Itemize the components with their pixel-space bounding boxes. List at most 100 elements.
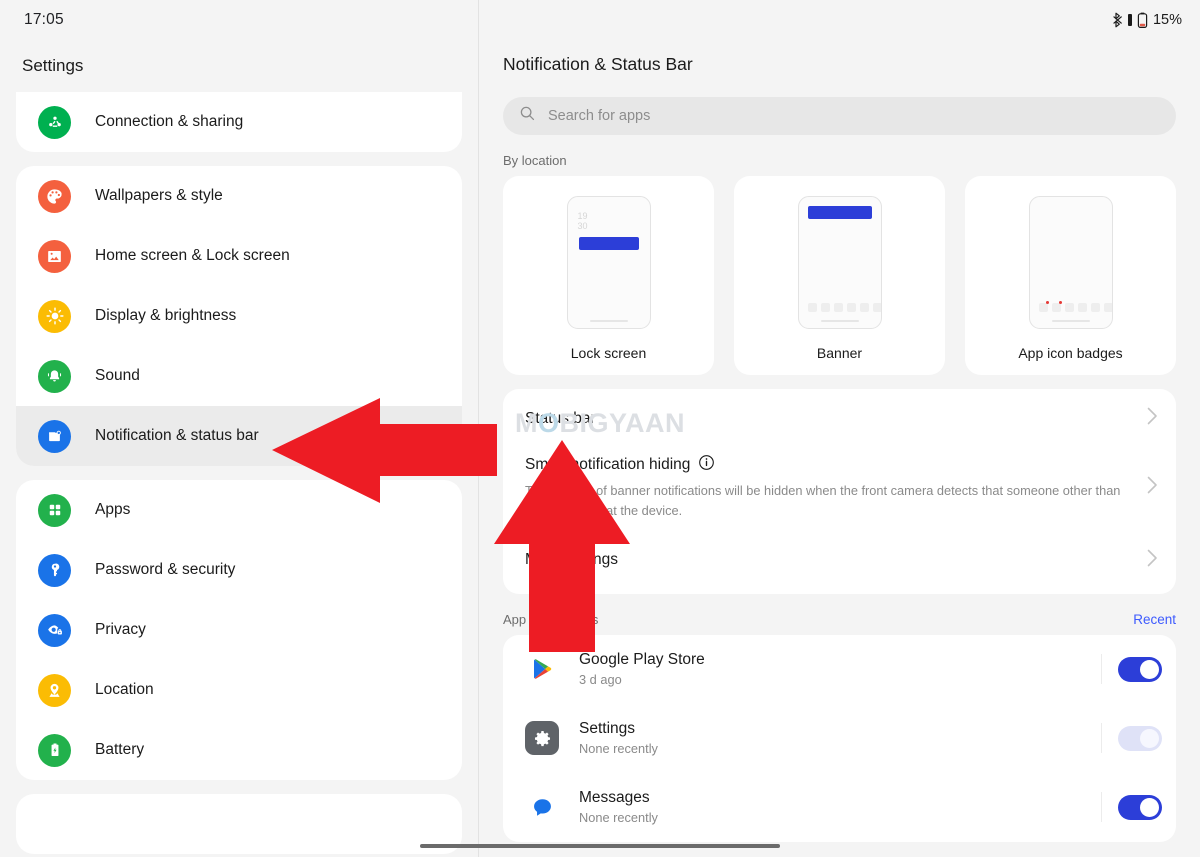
banner-preview xyxy=(798,196,882,329)
app-row-messages[interactable]: Messages None recently xyxy=(503,773,1176,842)
sidebar-item-battery[interactable]: Battery xyxy=(16,720,462,780)
sidebar-group-3: Apps Password & security xyxy=(16,480,462,780)
sidebar-item-wallpapers-style[interactable]: Wallpapers & style xyxy=(16,166,462,226)
settings-row-smart-notification-hiding[interactable]: Smart notification hiding The content of… xyxy=(503,448,1176,537)
sidebar-item-label: Home screen & Lock screen xyxy=(95,247,290,265)
location-icon xyxy=(38,674,71,707)
search-placeholder: Search for apps xyxy=(548,108,650,124)
app-row-google-play-store[interactable]: Google Play Store 3 d ago xyxy=(503,635,1176,704)
lock-screen-preview-notification xyxy=(579,237,639,250)
search-icon xyxy=(519,105,536,127)
screen-root: 17:05 Settings Connection & sharing xyxy=(0,0,1200,857)
status-bar-right: 15% xyxy=(479,0,1200,40)
sidebar-item-sound[interactable]: Sound xyxy=(16,346,462,406)
app-notifications-list: Google Play Store 3 d ago Settings None … xyxy=(503,635,1176,842)
notification-status-bar-panel: 15% Notification & Status Bar Search for… xyxy=(479,0,1200,857)
location-card-lock-screen[interactable]: 1930 Lock screen xyxy=(503,176,714,375)
display-brightness-icon xyxy=(38,300,71,333)
chevron-right-icon xyxy=(1147,407,1158,430)
app-name: Google Play Store xyxy=(579,651,705,668)
banner-preview-notification xyxy=(808,206,872,219)
row-divider xyxy=(1101,654,1102,684)
sidebar-item-connection-sharing[interactable]: Connection & sharing xyxy=(16,92,462,152)
app-notifications-label: App notifications xyxy=(503,612,598,627)
sidebar-group-1: Connection & sharing xyxy=(16,92,462,152)
sidebar-item-home-lock-screen[interactable]: Home screen & Lock screen xyxy=(16,226,462,286)
location-card-app-icon-badges[interactable]: App icon badges xyxy=(965,176,1176,375)
privacy-icon xyxy=(38,614,71,647)
battery-percent-label: 15% xyxy=(1153,12,1182,28)
home-lock-screen-icon xyxy=(38,240,71,273)
app-notifications-section-header: App notifications Recent xyxy=(503,612,1176,627)
app-last-notification: None recently xyxy=(579,741,1101,756)
settings-sidebar-panel: 17:05 Settings Connection & sharing xyxy=(0,0,479,857)
sidebar-item-password-security[interactable]: Password & security xyxy=(16,540,462,600)
sidebar-item-location[interactable]: Location xyxy=(16,660,462,720)
sidebar-item-label: Battery xyxy=(95,741,144,759)
badges-preview-dock xyxy=(1039,303,1113,312)
settings-gear-icon xyxy=(525,721,559,755)
chevron-right-icon xyxy=(1147,476,1158,499)
preview-home-indicator xyxy=(821,320,859,322)
location-card-caption: Banner xyxy=(817,345,862,361)
sidebar-item-apps[interactable]: Apps xyxy=(16,480,462,540)
location-card-banner[interactable]: Banner xyxy=(734,176,945,375)
battery-low-icon xyxy=(1136,12,1149,29)
preview-home-indicator xyxy=(590,320,628,322)
google-play-icon xyxy=(525,652,559,686)
connection-sharing-icon xyxy=(38,106,71,139)
page-title: Notification & Status Bar xyxy=(479,40,1200,75)
search-input[interactable]: Search for apps xyxy=(503,97,1176,135)
apps-icon xyxy=(38,494,71,527)
preview-home-indicator xyxy=(1052,320,1090,322)
lock-screen-preview: 1930 xyxy=(567,196,651,329)
bluetooth-icon xyxy=(1112,12,1124,28)
vibrate-icon xyxy=(1126,12,1134,28)
sidebar-item-label: Sound xyxy=(95,367,140,385)
app-last-notification: None recently xyxy=(579,810,1101,825)
sidebar-title: Settings xyxy=(22,56,83,76)
settings-row-title: Smart notification hiding xyxy=(525,456,690,474)
app-notification-toggle[interactable] xyxy=(1118,657,1162,682)
row-divider xyxy=(1101,792,1102,822)
app-name: Settings xyxy=(579,720,635,737)
battery-icon xyxy=(38,734,71,767)
app-last-notification: 3 d ago xyxy=(579,672,1101,687)
settings-row-description: The content of banner notifications will… xyxy=(525,481,1137,521)
sidebar-item-label: Wallpapers & style xyxy=(95,187,223,205)
sidebar-scroll-area[interactable]: Connection & sharing Wallpapers & style xyxy=(0,92,478,857)
app-row-settings[interactable]: Settings None recently xyxy=(503,704,1176,773)
sidebar-item-notification-status-bar[interactable]: Notification & status bar xyxy=(16,406,462,466)
app-icon-badges-preview xyxy=(1029,196,1113,329)
info-icon[interactable] xyxy=(698,454,715,476)
location-card-caption: Lock screen xyxy=(571,345,646,361)
settings-row-title: Status bar xyxy=(525,410,596,428)
sound-icon xyxy=(38,360,71,393)
row-divider xyxy=(1101,723,1102,753)
settings-row-status-bar[interactable]: Status bar xyxy=(503,389,1176,448)
sidebar-header: Settings xyxy=(0,40,478,92)
location-card-caption: App icon badges xyxy=(1018,345,1122,361)
notification-status-bar-icon xyxy=(38,420,71,453)
sidebar-item-label: Display & brightness xyxy=(95,307,236,325)
chevron-right-icon xyxy=(1147,549,1158,572)
banner-preview-dock xyxy=(808,303,882,312)
app-notification-toggle[interactable] xyxy=(1118,795,1162,820)
sidebar-item-label: Apps xyxy=(95,501,130,519)
home-gesture-indicator[interactable] xyxy=(420,844,780,848)
by-location-section-label: By location xyxy=(503,153,1200,168)
sidebar-item-display-brightness[interactable]: Display & brightness xyxy=(16,286,462,346)
password-security-icon xyxy=(38,554,71,587)
settings-row-title: More settings xyxy=(525,551,618,569)
sidebar-item-label: Password & security xyxy=(95,561,235,579)
sidebar-item-label: Notification & status bar xyxy=(95,427,259,445)
recent-filter-button[interactable]: Recent xyxy=(1133,612,1176,627)
status-bar-left: 17:05 xyxy=(0,0,478,40)
app-name: Messages xyxy=(579,789,650,806)
sidebar-item-label: Connection & sharing xyxy=(95,113,243,131)
app-notification-toggle[interactable] xyxy=(1118,726,1162,751)
sidebar-group-2: Wallpapers & style Home screen & Lock sc… xyxy=(16,166,462,466)
sidebar-item-label: Location xyxy=(95,681,154,699)
settings-row-more-settings[interactable]: More settings xyxy=(503,537,1176,594)
sidebar-item-privacy[interactable]: Privacy xyxy=(16,600,462,660)
